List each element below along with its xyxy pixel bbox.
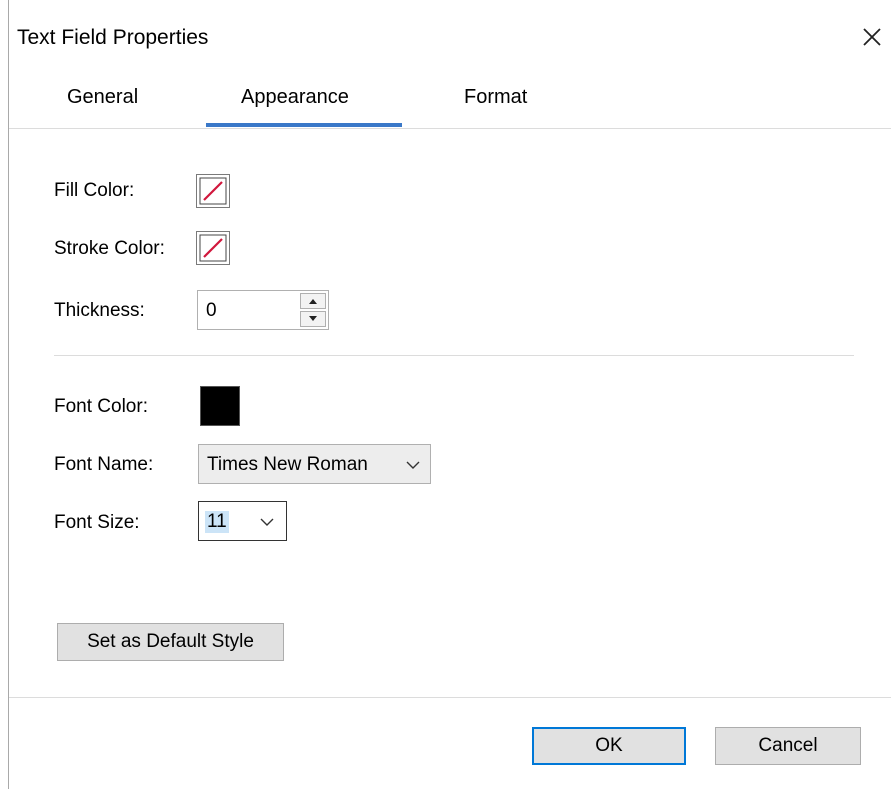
tab-bar: General Appearance Format [9,76,891,129]
font-color-picker[interactable] [200,386,240,426]
tab-format[interactable]: Format [464,86,527,109]
font-name-dropdown[interactable]: Times New Roman [198,444,431,484]
title-bar: Text Field Properties [9,0,891,76]
ok-button[interactable]: OK [532,727,686,765]
font-name-value: Times New Roman [207,454,368,475]
set-default-style-button[interactable]: Set as Default Style [57,623,284,661]
stroke-color-picker[interactable] [196,231,230,265]
section-divider [54,355,854,356]
fill-color-label: Fill Color: [54,180,135,201]
stepper-buttons [300,293,326,327]
tab-general[interactable]: General [67,86,138,109]
increment-button[interactable] [300,293,326,309]
chevron-down-icon [405,457,421,479]
font-name-label: Font Name: [54,454,154,475]
no-color-icon [199,234,227,262]
font-color-label: Font Color: [54,396,148,417]
tab-appearance[interactable]: Appearance [241,86,349,109]
no-color-icon [199,177,227,205]
thickness-stepper[interactable]: 0 [197,290,329,330]
dialog-title: Text Field Properties [17,26,209,49]
close-icon[interactable] [857,22,887,52]
stroke-color-label: Stroke Color: [54,238,165,259]
font-size-value: 11 [205,511,229,533]
thickness-value[interactable]: 0 [206,300,217,322]
arrow-down-icon [309,316,317,321]
thickness-label: Thickness: [54,300,145,321]
fill-color-picker[interactable] [196,174,230,208]
cancel-button[interactable]: Cancel [715,727,861,765]
font-size-dropdown[interactable]: 11 [198,501,287,541]
arrow-up-icon [309,299,317,304]
text-field-properties-dialog: Text Field Properties General Appearance… [0,0,891,789]
footer-divider [9,697,891,698]
font-size-label: Font Size: [54,512,140,533]
chevron-down-icon [259,514,275,536]
decrement-button[interactable] [300,311,326,327]
active-tab-indicator [206,123,402,127]
